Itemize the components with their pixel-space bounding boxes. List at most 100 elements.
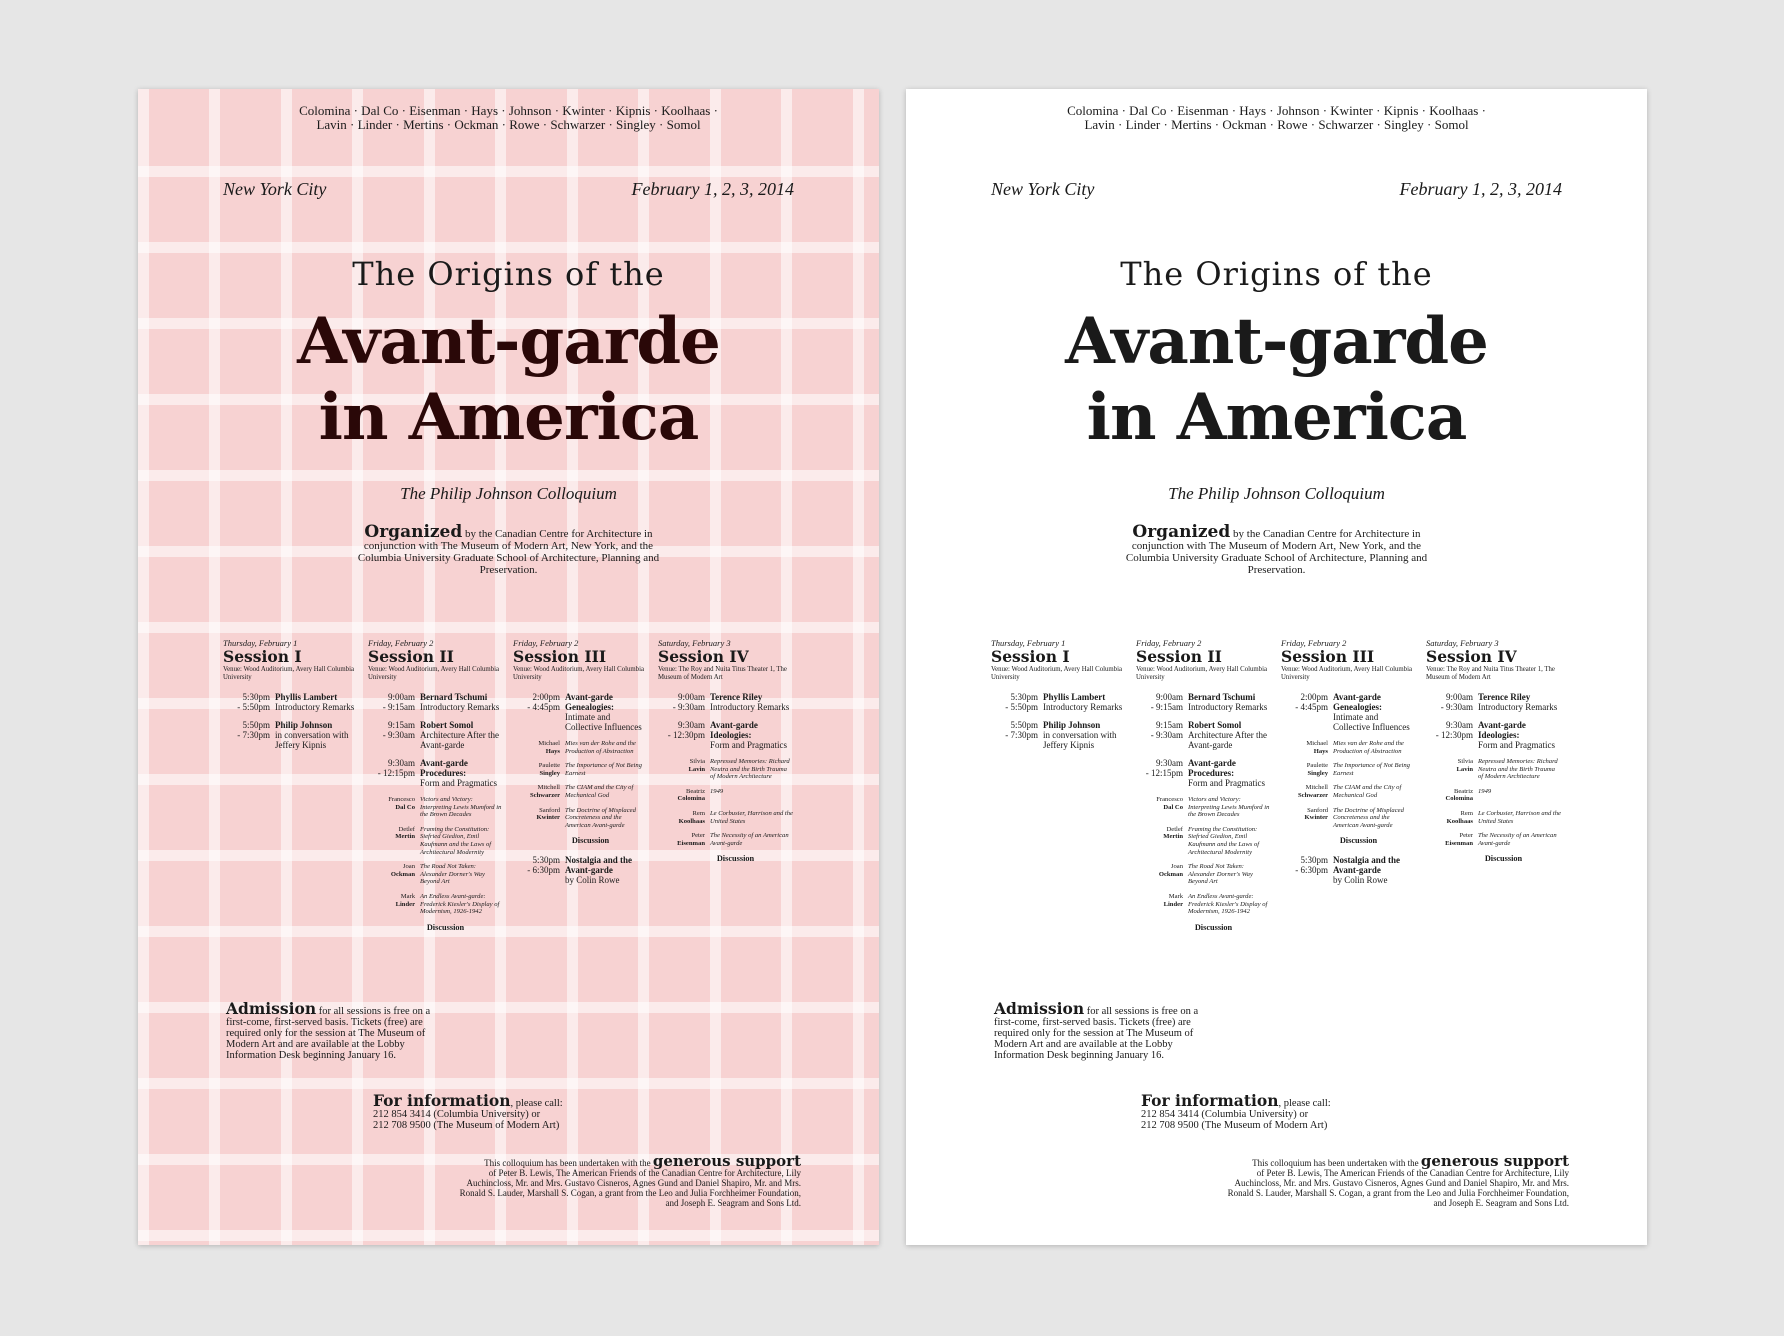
speaker-names: Colomina · Dal Co · Eisenman · Hays · Jo… — [299, 103, 718, 132]
contact-info: For information, please call: 212 854 34… — [1141, 1091, 1331, 1131]
schedule-description: Introductory Remarks — [710, 702, 790, 712]
speaker-first-name: Peter — [691, 832, 705, 840]
talk-title: The Road Not Taken: Alexander Dorner's W… — [1188, 863, 1271, 886]
schedule-content: Terence Riley Introductory Remarks — [710, 692, 793, 712]
talk-title-text: 1949 — [710, 787, 724, 795]
speaker-last-name: Ockman — [1158, 870, 1183, 878]
schedule-time: 5:30pm - 6:30pm — [527, 855, 560, 876]
schedule-content: Nostalgia and the Avant-garde by Colin Ro… — [1333, 855, 1416, 885]
schedule-item: 9:00am - 9:15am Bernard Tschumi Introducto… — [368, 692, 503, 712]
talk-title: Le Corbusier, Harrison and the United St… — [710, 810, 793, 825]
schedule-description: Introductory Remarks — [1478, 702, 1558, 712]
schedule-title: Avant-garde Ideologies: — [710, 720, 758, 740]
speaker-last-name: Mertin — [1163, 833, 1183, 841]
talk-speaker: Beatriz Colomina — [1426, 788, 1478, 803]
speaker-names: Colomina · Dal Co · Eisenman · Hays · Jo… — [1067, 103, 1486, 132]
talk-speaker: Detlef Mertin — [1136, 826, 1188, 856]
schedule-title: Nostalgia and the Avant-garde — [565, 855, 633, 876]
speaker-last-name: Lavin — [688, 765, 706, 773]
session-title: Session II — [1136, 647, 1222, 666]
schedule-item: 9:00am - 9:30am Terence Riley Introductory… — [1426, 692, 1561, 712]
schedule-content: Avant-garde Genealogies: Intimate and Col… — [1333, 692, 1416, 732]
schedule-time: 9:15am - 9:30am — [382, 720, 415, 740]
schedule-content: Robert Somol Architecture After the Avant… — [1188, 720, 1271, 750]
talk-item: Paulette Singley The Importance of Not Bei… — [513, 762, 648, 777]
talk-title-text: Le Corbusier, Harrison and the United St… — [1478, 809, 1561, 825]
talk-speaker: Sanford Kwinter — [1281, 807, 1333, 830]
speaker-first-name: Mark — [1168, 892, 1183, 900]
speaker-first-name: Silvia — [689, 758, 705, 765]
speaker-first-name: Rem — [692, 809, 705, 817]
speaker-last-name: Hays — [1313, 747, 1328, 755]
schedule-title: Nostalgia and the Avant-garde — [1333, 855, 1401, 876]
talk-title-text: Mies van der Rohe and the Production of … — [1333, 740, 1404, 755]
session-column: Saturday, February 3 Session IV Venue: The… — [1426, 638, 1561, 873]
talk-item: Beatriz Colomina 1949 — [1426, 788, 1561, 803]
schedule-item: 9:30am - 12:15pm Avant-garde Procedures: F… — [368, 758, 503, 788]
talk-item: Sanford Kwinter The Doctrine of Misplaced … — [513, 807, 648, 830]
poster-plain: Colomina · Dal Co · Eisenman · Hays · Jo… — [906, 89, 1647, 1245]
talk-title: The Necessity of an American Avant-garde — [710, 832, 793, 847]
schedule-item: 9:00am - 9:15am Bernard Tschumi Introducto… — [1136, 692, 1271, 712]
session-title: Session IV — [658, 647, 749, 666]
schedule-item: 9:30am - 12:15pm Avant-garde Procedures: F… — [1136, 758, 1271, 788]
talk-speaker: Sanford Kwinter — [513, 807, 565, 830]
speaker-last-name: Ockman — [390, 870, 415, 878]
schedule-description: Architecture After the Avant-garde — [1188, 730, 1267, 750]
city: New York City — [991, 179, 1095, 199]
speaker-first-name: Michael — [538, 740, 560, 747]
talk-speaker: Paulette Singley — [1281, 762, 1333, 777]
schedule-title: Avant-garde Genealogies: — [565, 692, 614, 712]
session-column: Friday, February 2 Session III Venue: Wood… — [1281, 638, 1416, 893]
talk-title-text: The CIAM and the City of Mechanical God — [565, 784, 634, 799]
talk-title: Framing the Constitution: Siefried Giedi… — [1188, 826, 1271, 856]
talk-item: Francesco Dal Co Victors and Victory: Inte… — [368, 796, 503, 819]
talk-speaker: Peter Eisenman — [658, 832, 710, 847]
talk-title-text: The Road Not Taken: Alexander Dorner's W… — [1188, 863, 1253, 886]
schedule-time: 5:30pm - 5:50pm — [1005, 692, 1038, 712]
talk-title-text: The CIAM and the City of Mechanical God — [1333, 784, 1402, 799]
talk-item: Peter Eisenman The Necessity of an America… — [1426, 832, 1561, 847]
schedule-title: Bernard Tschumi — [1188, 692, 1256, 702]
speaker-first-name: Mitchell — [537, 784, 560, 792]
schedule-item: 9:00am - 9:30am Terence Riley Introductory… — [658, 692, 793, 712]
talk-item: Mark Linder An Endless Avant-garde: Freder… — [1136, 893, 1271, 916]
session-title: Session I — [223, 647, 302, 666]
schedule-title: Avant-garde Procedures: — [420, 758, 468, 778]
speaker-last-name: Dal Co — [395, 803, 415, 811]
talk-title: Repressed Memories: Richard Neutra and t… — [710, 758, 793, 781]
talk-item: Mitchell Schwarzer The CIAM and the City o… — [1281, 784, 1416, 799]
talk-title-text: 1949 — [1478, 787, 1492, 795]
schedule-content: Avant-garde Procedures: Form and Pragmati… — [1188, 758, 1271, 788]
session-venue: Venue: The Roy and Nuita Titus Theater 1… — [658, 666, 787, 681]
talk-title: Victors and Victory: Interpreting Lewis … — [1188, 796, 1271, 819]
talk-title: An Endless Avant-garde: Frederick Kiesle… — [420, 893, 503, 916]
schedule-description: Introductory Remarks — [275, 702, 355, 712]
discussion-label: Discussion — [1484, 854, 1523, 864]
session-venue: Venue: Wood Auditorium, Avery Hall Colum… — [368, 666, 499, 681]
speaker-first-name: Sanford — [1307, 806, 1328, 814]
schedule-description: by Colin Rowe — [1333, 875, 1388, 886]
talk-title: Victors and Victory: Interpreting Lewis … — [420, 796, 503, 819]
schedule-time: 2:00pm - 4:45pm — [1295, 692, 1328, 712]
speaker-first-name: Joan — [1170, 863, 1183, 871]
talk-title: The Importance of Not Being Earnest — [565, 762, 648, 777]
talk-speaker: Joan Ockman — [368, 863, 420, 886]
schedule-description: in conversation with Jeffery Kipnis — [1043, 730, 1117, 750]
schedule-description: Intimate and Collective Influences — [565, 712, 642, 732]
session-title: Session III — [513, 647, 607, 666]
schedule-title: Avant-garde Genealogies: — [1333, 692, 1382, 712]
session-column: Saturday, February 3 Session IV Venue: The… — [658, 638, 793, 873]
talk-title-text: Le Corbusier, Harrison and the United St… — [710, 809, 793, 825]
schedule-title: Avant-garde Procedures: — [1188, 758, 1236, 778]
schedule-content: Phyllis Lambert Introductory Remarks — [275, 692, 358, 712]
speaker-last-name: Hays — [545, 747, 560, 755]
subtitle: The Philip Johnson Colloquium — [400, 484, 617, 503]
speaker-last-name: Kwinter — [1304, 814, 1328, 822]
discussion-label: Discussion — [571, 836, 610, 846]
talk-title: Mies van der Rohe and the Production of … — [1333, 740, 1416, 755]
schedule-item: 5:30pm - 5:50pm Phyllis Lambert Introducto… — [223, 692, 358, 712]
speaker-last-name: Schwarzer — [1297, 791, 1328, 799]
schedule-time: 9:00am - 9:30am — [1440, 692, 1473, 712]
talk-speaker: Paulette Singley — [513, 762, 565, 777]
